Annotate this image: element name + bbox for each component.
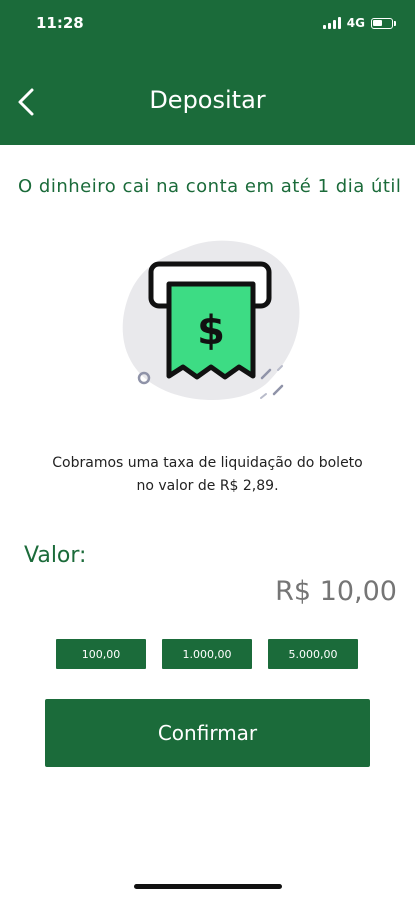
quick-amount-1000-button[interactable]: 1.000,00 [162,639,252,669]
amount-input[interactable]: R$ 10,00 [275,576,397,607]
fee-notice-line-2: no valor de R$ 2,89. [136,478,279,494]
network-type: 4G [346,16,365,30]
home-indicator[interactable] [134,884,282,889]
status-time: 11:28 [36,14,84,32]
quick-amount-options: 100,00 1.000,00 5.000,00 [56,639,358,669]
fee-notice-line-1: Cobramos uma taxa de liquidação do bolet… [52,455,363,471]
quick-amount-5000-button[interactable]: 5.000,00 [268,639,358,669]
signal-icon [322,17,341,29]
battery-icon [371,17,396,29]
quick-amount-100-button[interactable]: 100,00 [56,639,146,669]
info-message: O dinheiro cai na conta em até 1 dia úti… [18,176,402,197]
amount-label: Valor: [24,543,87,568]
status-indicators: 4G [322,14,396,32]
page-title: Depositar [149,86,266,114]
app-header: 11:28 4G Depositar [0,0,415,145]
status-bar: 11:28 4G [0,0,415,46]
fee-notice: Cobramos uma taxa de liquidação do bolet… [0,452,415,498]
boleto-dollar-receipt-icon: $ [122,240,300,400]
confirm-button[interactable]: Confirmar [45,699,370,767]
svg-text:$: $ [197,308,225,354]
